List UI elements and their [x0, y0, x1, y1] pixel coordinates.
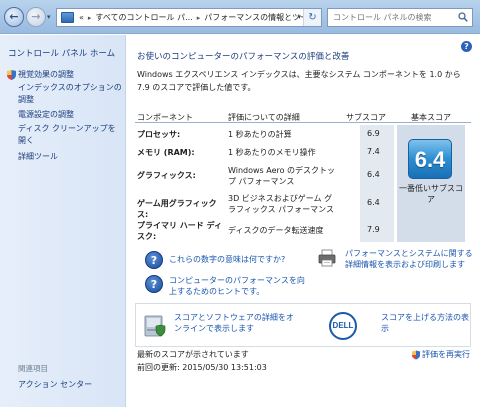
refresh-icon[interactable]: ↻ — [303, 9, 321, 26]
table-row: グラフィックス: Windows Aero のデスクトップ パフォーマンス 6.… — [135, 163, 395, 189]
breadcrumb-item[interactable]: すべてのコントロール パ... — [95, 12, 192, 23]
main-content: ? お使いのコンピューターのパフォーマンスの評価と改善 Windows エクスペ… — [127, 35, 480, 407]
header-subscore: サブスコア — [346, 113, 386, 122]
dell-logo[interactable]: DELL — [329, 312, 357, 340]
component-detail: 1 秒あたりの計算 — [228, 130, 292, 139]
base-score-badge: 6.4 — [408, 139, 452, 179]
sidebar-item-indexing-options[interactable]: インデックスのオプションの調整 — [18, 82, 122, 106]
score-table: コンポーネント 評価についての詳細 サブスコア 基本スコア プロセッサ: 1 秒… — [135, 109, 471, 242]
component-name: プロセッサ: — [137, 130, 181, 139]
search-input[interactable] — [328, 9, 448, 26]
meaning-link[interactable]: これらの数字の意味は何ですか? — [169, 254, 285, 269]
meaning-link-row[interactable]: ? これらの数字の意味は何ですか? — [145, 251, 305, 269]
address-toolbar: ← → ▾ « ▸ すべてのコントロール パ... ▸ パフォーマンスの情報とツ… — [0, 0, 480, 34]
base-score-label: 一番低いサブスコア — [399, 184, 463, 204]
help-icon[interactable]: ? — [461, 41, 472, 52]
header-detail: 評価についての詳細 — [228, 113, 300, 122]
address-dropdown-icon[interactable]: ▾ — [297, 13, 301, 21]
back-button[interactable]: ← — [4, 7, 24, 27]
page-title: お使いのコンピューターのパフォーマンスの評価と改善 — [137, 52, 350, 62]
tips-link-row[interactable]: ? コンピューターのパフォーマンスを向上するためのヒントです。 — [145, 275, 305, 297]
header-component: コンポーネント — [137, 113, 193, 122]
vendor-panel: スコアとソフトウェアの詳細をオンラインで表示します DELL スコアを上げる方法… — [135, 303, 471, 347]
breadcrumb-separator-icon[interactable]: ▸ — [197, 14, 201, 22]
tips-link[interactable]: コンピューターのパフォーマンスを向上するためのヒントです。 — [169, 275, 305, 297]
intro-text: Windows エクスペリエンス インデックスは、主要なシステム コンポーネント… — [137, 70, 461, 92]
rerun-label[interactable]: 評価を再実行 — [422, 349, 470, 360]
base-score-panel: 6.4 一番低いサブスコア — [397, 125, 465, 242]
sidebar-item-power-settings[interactable]: 電源設定の調整 — [18, 109, 122, 121]
component-detail: Windows Aero のデスクトップ パフォーマンス — [228, 166, 336, 186]
shield-icon — [7, 70, 16, 80]
component-name: ゲーム用グラフィックス: — [137, 199, 217, 219]
breadcrumb-overflow[interactable]: « — [79, 13, 84, 22]
see-also-heading: 関連項目 — [18, 364, 48, 373]
search-box[interactable] — [327, 8, 473, 27]
subscore-value: 6.4 — [367, 170, 380, 179]
subscore-value: 7.4 — [367, 147, 380, 156]
question-icon: ? — [145, 251, 163, 269]
header-basescore: 基本スコア — [411, 113, 451, 122]
question-icon: ? — [145, 275, 163, 293]
status-text: 最新のスコアが示されています — [137, 350, 249, 359]
subscore-value: 7.9 — [367, 225, 380, 234]
control-panel-icon — [61, 12, 74, 23]
search-icon[interactable] — [458, 12, 468, 22]
table-header: コンポーネント 評価についての詳細 サブスコア 基本スコア — [135, 109, 471, 123]
breadcrumb-separator-icon[interactable]: ▸ — [88, 14, 92, 22]
last-update-text: 前回の更新: 2015/05/30 13:51:03 — [137, 363, 267, 372]
component-detail: 3D ビジネスおよびゲーム グラフィックス パフォーマンス — [228, 194, 334, 214]
action-center-link[interactable]: アクション センター — [18, 379, 92, 390]
forward-button[interactable]: → — [26, 7, 46, 27]
table-row: ゲーム用グラフィックス: 3D ビジネスおよびゲーム グラフィックス パフォーマ… — [135, 191, 395, 219]
shield-icon — [412, 350, 420, 359]
component-detail: ディスクのデータ転送速度 — [228, 226, 324, 235]
printer-icon — [318, 249, 336, 267]
address-bar[interactable]: « ▸ すべてのコントロール パ... ▸ パフォーマンスの情報とツール ▾ ↻ — [56, 8, 322, 27]
table-row: メモリ (RAM): 1 秒あたりのメモリ操作 7.4 — [135, 145, 395, 159]
rerun-assessment-button[interactable]: 評価を再実行 — [412, 349, 470, 360]
sidebar: コントロール パネル ホーム 視覚効果の調整 インデックスのオプションの調整 電… — [0, 35, 126, 407]
print-link[interactable]: パフォーマンスとシステムに関する詳細情報を表示および印刷します — [345, 248, 477, 270]
subscore-value: 6.4 — [367, 198, 380, 207]
table-row: プライマリ ハード ディスク: ディスクのデータ転送速度 7.9 — [135, 219, 395, 243]
sidebar-item-visual-effects[interactable]: 視覚効果の調整 — [18, 69, 122, 81]
print-link-row[interactable]: パフォーマンスとシステムに関する詳細情報を表示および印刷します — [317, 248, 477, 270]
component-name: グラフィックス: — [137, 171, 196, 180]
component-detail: 1 秒あたりのメモリ操作 — [228, 148, 316, 157]
control-panel-home-link[interactable]: コントロール パネル ホーム — [8, 47, 115, 59]
subscore-value: 6.9 — [367, 129, 380, 138]
component-name: プライマリ ハード ディスク: — [137, 221, 223, 241]
table-row: プロセッサ: 1 秒あたりの計算 6.9 — [135, 127, 395, 141]
sidebar-item-advanced-tools[interactable]: 詳細ツール — [18, 151, 122, 163]
component-name: メモリ (RAM): — [137, 148, 195, 157]
software-shield-icon — [144, 315, 166, 337]
sidebar-item-disk-cleanup[interactable]: ディスク クリーンアップを開く — [18, 123, 122, 147]
recent-pages-dropdown[interactable]: ▾ — [47, 13, 51, 21]
improve-score-link[interactable]: スコアを上げる方法の表示 — [381, 312, 469, 334]
software-details-link[interactable]: スコアとソフトウェアの詳細をオンラインで表示します — [174, 312, 298, 334]
